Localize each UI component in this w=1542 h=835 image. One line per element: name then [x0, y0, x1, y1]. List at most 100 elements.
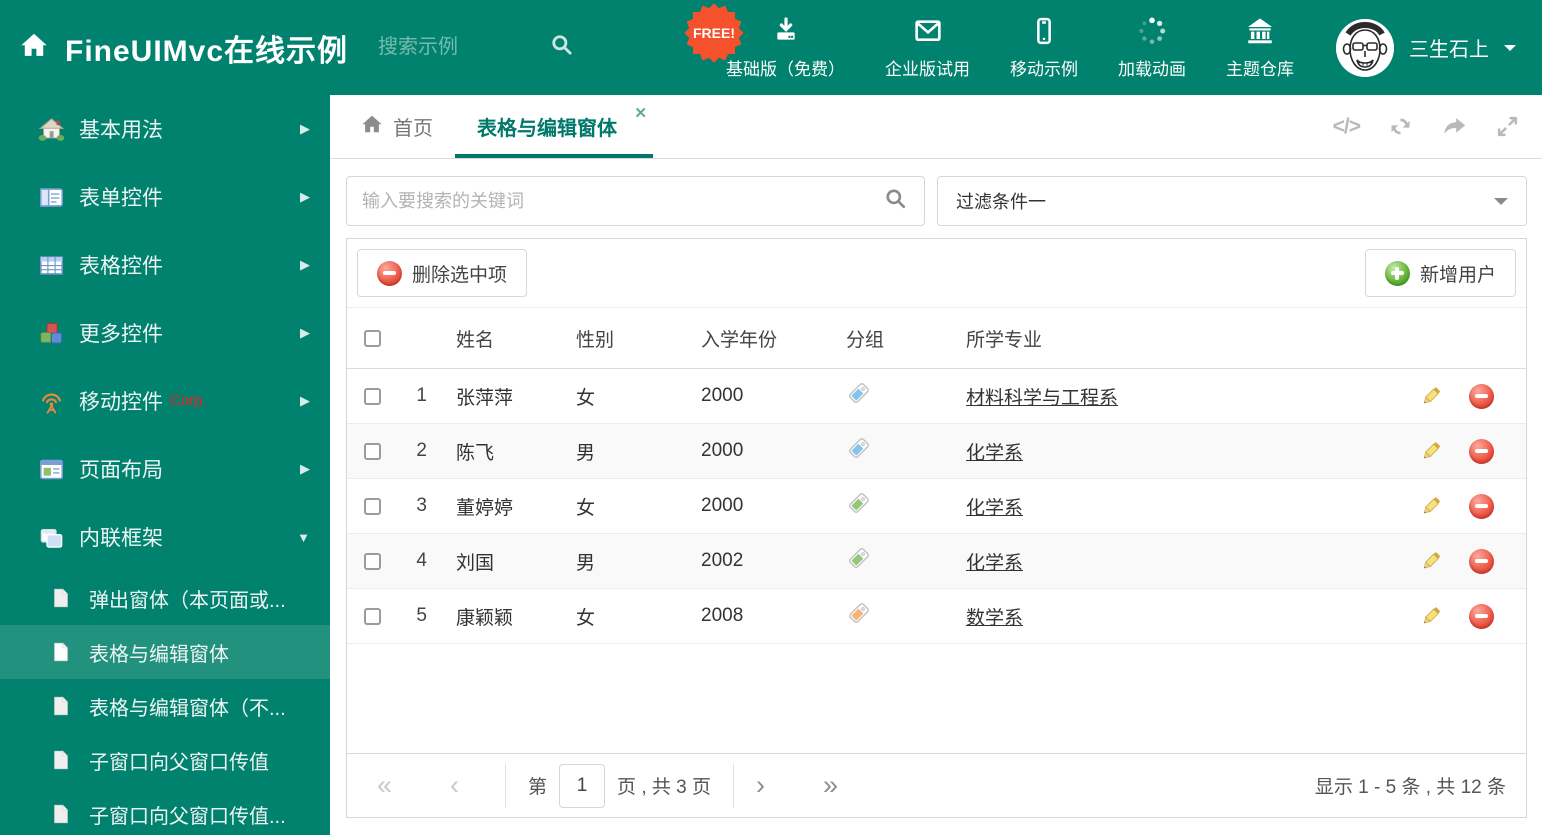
tab-home[interactable]: 首页 [338, 95, 455, 158]
major-link[interactable]: 材料科学与工程系 [966, 388, 1118, 409]
minus-circle-icon [1468, 493, 1494, 519]
delete-button[interactable] [1456, 548, 1506, 574]
minus-circle-icon [1468, 603, 1494, 629]
edit-button[interactable] [1406, 384, 1456, 408]
table-row[interactable]: 3 董婷婷 女 2000 化学系 [347, 479, 1526, 534]
nav-theme-repo[interactable]: 主题仓库 [1226, 15, 1294, 80]
plus-circle-icon [1384, 260, 1410, 286]
search-icon[interactable] [549, 32, 575, 63]
column-header-major[interactable]: 所学专业 [953, 325, 1406, 352]
grid-panel: 删除选中项 新增用户 姓名 性别 入学年份 分组 所学专业 1 张萍萍 女 20… [346, 238, 1527, 818]
pagination-bar: « ‹ 第 页 , 共 3 页 › » 显示 1 - 5 条 , 共 12 条 [347, 753, 1526, 817]
sidebar-item-inline-frames[interactable]: 内联框架 ▼ [0, 503, 330, 571]
expand-icon[interactable] [1495, 114, 1520, 139]
next-page-button[interactable]: › [756, 772, 765, 799]
edit-button[interactable] [1406, 494, 1456, 518]
delete-button[interactable] [1456, 493, 1506, 519]
table-row[interactable]: 5 康颖颖 女 2008 数学系 [347, 589, 1526, 644]
bank-icon [1244, 15, 1276, 47]
cell-year: 2000 [701, 385, 744, 406]
nav-loading-animation[interactable]: 加载动画 [1118, 15, 1186, 80]
tab-grid-edit-window[interactable]: 表格与编辑窗体 ✕ [455, 95, 653, 158]
sidebar-item-basic-usage[interactable]: 基本用法 ▶ [0, 95, 330, 163]
last-page-button[interactable]: » [823, 772, 838, 799]
keyword-search-input[interactable] [362, 190, 883, 212]
minus-circle-icon [1468, 438, 1494, 464]
sidebar-item-form-controls[interactable]: 表单控件 ▶ [0, 163, 330, 231]
sidebar-subitem-grid-edit-window-2[interactable]: 表格与编辑窗体（不... [0, 679, 330, 733]
delete-button[interactable] [1456, 603, 1506, 629]
keyword-search-box[interactable] [346, 176, 925, 226]
table-row[interactable]: 1 张萍萍 女 2000 材料科学与工程系 [347, 369, 1526, 424]
column-header-group[interactable]: 分组 [833, 325, 953, 352]
edit-button[interactable] [1406, 439, 1456, 463]
row-checkbox[interactable] [363, 552, 381, 570]
delete-button[interactable] [1456, 383, 1506, 409]
button-label: 删除选中项 [412, 264, 508, 286]
app-logo[interactable]: FineUIMvc在线示例 [0, 26, 348, 70]
row-number: 5 [416, 605, 427, 626]
filter-select[interactable]: 过滤条件一 [937, 176, 1527, 226]
sidebar-item-label: 页面布局 [79, 459, 163, 482]
edit-button[interactable] [1406, 549, 1456, 573]
column-header-name[interactable]: 姓名 [443, 325, 563, 352]
chevron-right-icon: ▶ [300, 393, 310, 408]
house-icon [38, 116, 65, 143]
page-icon [50, 803, 72, 825]
column-header-gender[interactable]: 性别 [563, 325, 688, 352]
refresh-icon[interactable] [1387, 113, 1414, 140]
major-link[interactable]: 化学系 [966, 498, 1023, 519]
add-user-button[interactable]: 新增用户 [1364, 249, 1516, 297]
home-tab-icon [360, 112, 384, 142]
sidebar-item-grid-controls[interactable]: 表格控件 ▶ [0, 231, 330, 299]
row-checkbox[interactable] [363, 442, 381, 460]
row-checkbox[interactable] [363, 387, 381, 405]
row-checkbox[interactable] [363, 607, 381, 625]
nav-mobile-demo[interactable]: 移动示例 [1010, 15, 1078, 80]
nav-label: 加载动画 [1118, 60, 1186, 79]
edit-button[interactable] [1406, 604, 1456, 628]
user-menu[interactable]: 三生石上 [1294, 18, 1542, 77]
select-all-checkbox[interactable] [363, 329, 381, 347]
minus-circle-icon [377, 260, 402, 286]
tab-label: 表格与编辑窗体 [477, 118, 617, 140]
first-page-button[interactable]: « [377, 772, 392, 799]
sidebar-item-page-layout[interactable]: 页面布局 ▶ [0, 435, 330, 503]
main-content: 首页 表格与编辑窗体 ✕ </> 输入要搜索的关键词 过滤条件一 删除选中项 新… [330, 95, 1542, 835]
table-row[interactable]: 4 刘国 男 2002 化学系 [347, 534, 1526, 589]
cell-name: 刘国 [456, 552, 495, 574]
sidebar-subitem-grid-edit-window[interactable]: 表格与编辑窗体 [0, 625, 330, 679]
search-icon[interactable] [883, 186, 909, 217]
major-link[interactable]: 化学系 [966, 553, 1023, 574]
share-icon[interactable] [1441, 113, 1468, 140]
cell-year: 2000 [701, 495, 744, 516]
row-checkbox[interactable] [363, 497, 381, 515]
pencil-icon [1423, 387, 1440, 404]
delete-button[interactable] [1456, 438, 1506, 464]
page-number-input[interactable] [559, 763, 606, 808]
nav-basic-edition[interactable]: FREE! 基础版（免费） [684, 3, 845, 80]
tag-icon [849, 548, 869, 568]
sidebar-item-more-controls[interactable]: 更多控件 ▶ [0, 299, 330, 367]
row-number: 4 [416, 550, 427, 571]
source-code-icon[interactable]: </> [1333, 115, 1361, 139]
sidebar-subitem-popup-window[interactable]: 弹出窗体（本页面或... [0, 571, 330, 625]
prev-page-button[interactable]: ‹ [450, 772, 459, 799]
header-search-input[interactable] [378, 36, 534, 59]
cell-year: 2000 [701, 440, 744, 461]
tab-label: 首页 [393, 118, 433, 140]
header-search [378, 32, 575, 63]
nav-enterprise-trial[interactable]: 企业版试用 [885, 15, 970, 80]
close-icon[interactable]: ✕ [634, 104, 647, 122]
column-header-year[interactable]: 入学年份 [688, 325, 833, 352]
delete-selected-button[interactable]: 删除选中项 [357, 249, 528, 297]
major-link[interactable]: 数学系 [966, 608, 1023, 629]
sidebar-subitem-label: 表格与编辑窗体 [89, 643, 229, 666]
sidebar-subitem-child-to-parent[interactable]: 子窗口向父窗口传值 [0, 733, 330, 787]
sidebar-subitem-label: 弹出窗体（本页面或... [89, 589, 286, 612]
page-icon [50, 749, 72, 771]
major-link[interactable]: 化学系 [966, 443, 1023, 464]
table-row[interactable]: 2 陈飞 男 2000 化学系 [347, 424, 1526, 479]
sidebar-item-mobile-controls[interactable]: 移动控件 Corp. ▶ [0, 367, 330, 435]
sidebar-subitem-child-to-parent-2[interactable]: 子窗口向父窗口传值... [0, 787, 330, 835]
